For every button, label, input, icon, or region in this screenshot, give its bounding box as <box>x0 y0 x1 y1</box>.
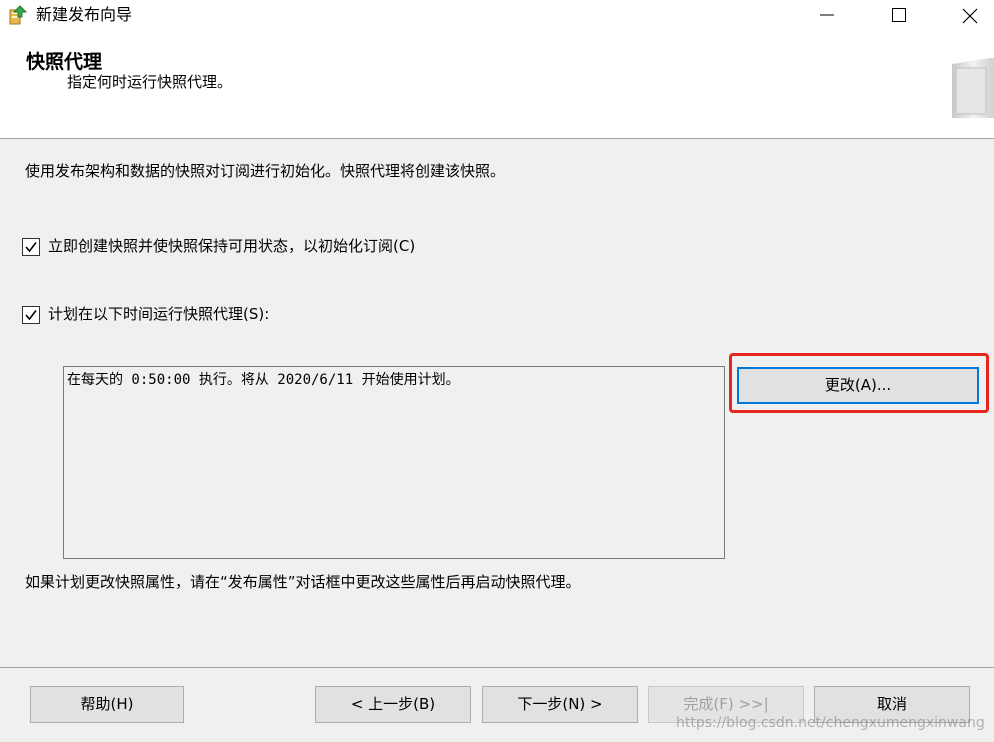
schedule-description-box: 在每天的 0:50:00 执行。将从 2020/6/11 开始使用计划。 <box>63 366 725 559</box>
footer-divider <box>0 667 994 668</box>
help-button[interactable]: 帮助(H) <box>30 686 184 723</box>
change-schedule-button[interactable]: 更改(A)... <box>737 367 979 404</box>
next-button[interactable]: 下一步(N) > <box>482 686 638 723</box>
page-subtitle: 指定何时运行快照代理。 <box>67 73 233 91</box>
maximize-icon <box>892 8 906 22</box>
intro-text: 使用发布架构和数据的快照对订阅进行初始化。快照代理将创建该快照。 <box>25 162 506 180</box>
back-button[interactable]: < 上一步(B) <box>315 686 471 723</box>
minimize-icon <box>820 14 834 16</box>
minimize-button[interactable] <box>804 0 850 30</box>
close-icon <box>962 8 978 24</box>
watermark: https://blog.csdn.net/chengxumengxinwang <box>676 715 985 731</box>
wizard-header: 快照代理 指定何时运行快照代理。 <box>0 30 994 139</box>
maximize-button[interactable] <box>876 0 922 30</box>
schedule-description: 在每天的 0:50:00 执行。将从 2020/6/11 开始使用计划。 <box>67 372 460 388</box>
publication-wizard-icon <box>6 4 28 26</box>
schedule-snapshot-checkbox[interactable] <box>22 306 40 324</box>
close-button[interactable] <box>946 0 992 30</box>
title-bar: 新建发布向导 <box>0 0 994 30</box>
wizard-banner-icon <box>946 58 994 118</box>
window-title: 新建发布向导 <box>36 5 133 24</box>
checkmark-icon <box>25 242 37 253</box>
create-snapshot-now-label[interactable]: 立即创建快照并使快照保持可用状态，以初始化订阅(C) <box>48 236 415 256</box>
checkmark-icon <box>25 310 37 321</box>
schedule-snapshot-label[interactable]: 计划在以下时间运行快照代理(S): <box>48 304 269 324</box>
page-title: 快照代理 <box>26 51 103 73</box>
footnote-text: 如果计划更改快照属性，请在“发布属性”对话框中更改这些属性后再启动快照代理。 <box>25 573 581 591</box>
create-snapshot-now-checkbox[interactable] <box>22 238 40 256</box>
